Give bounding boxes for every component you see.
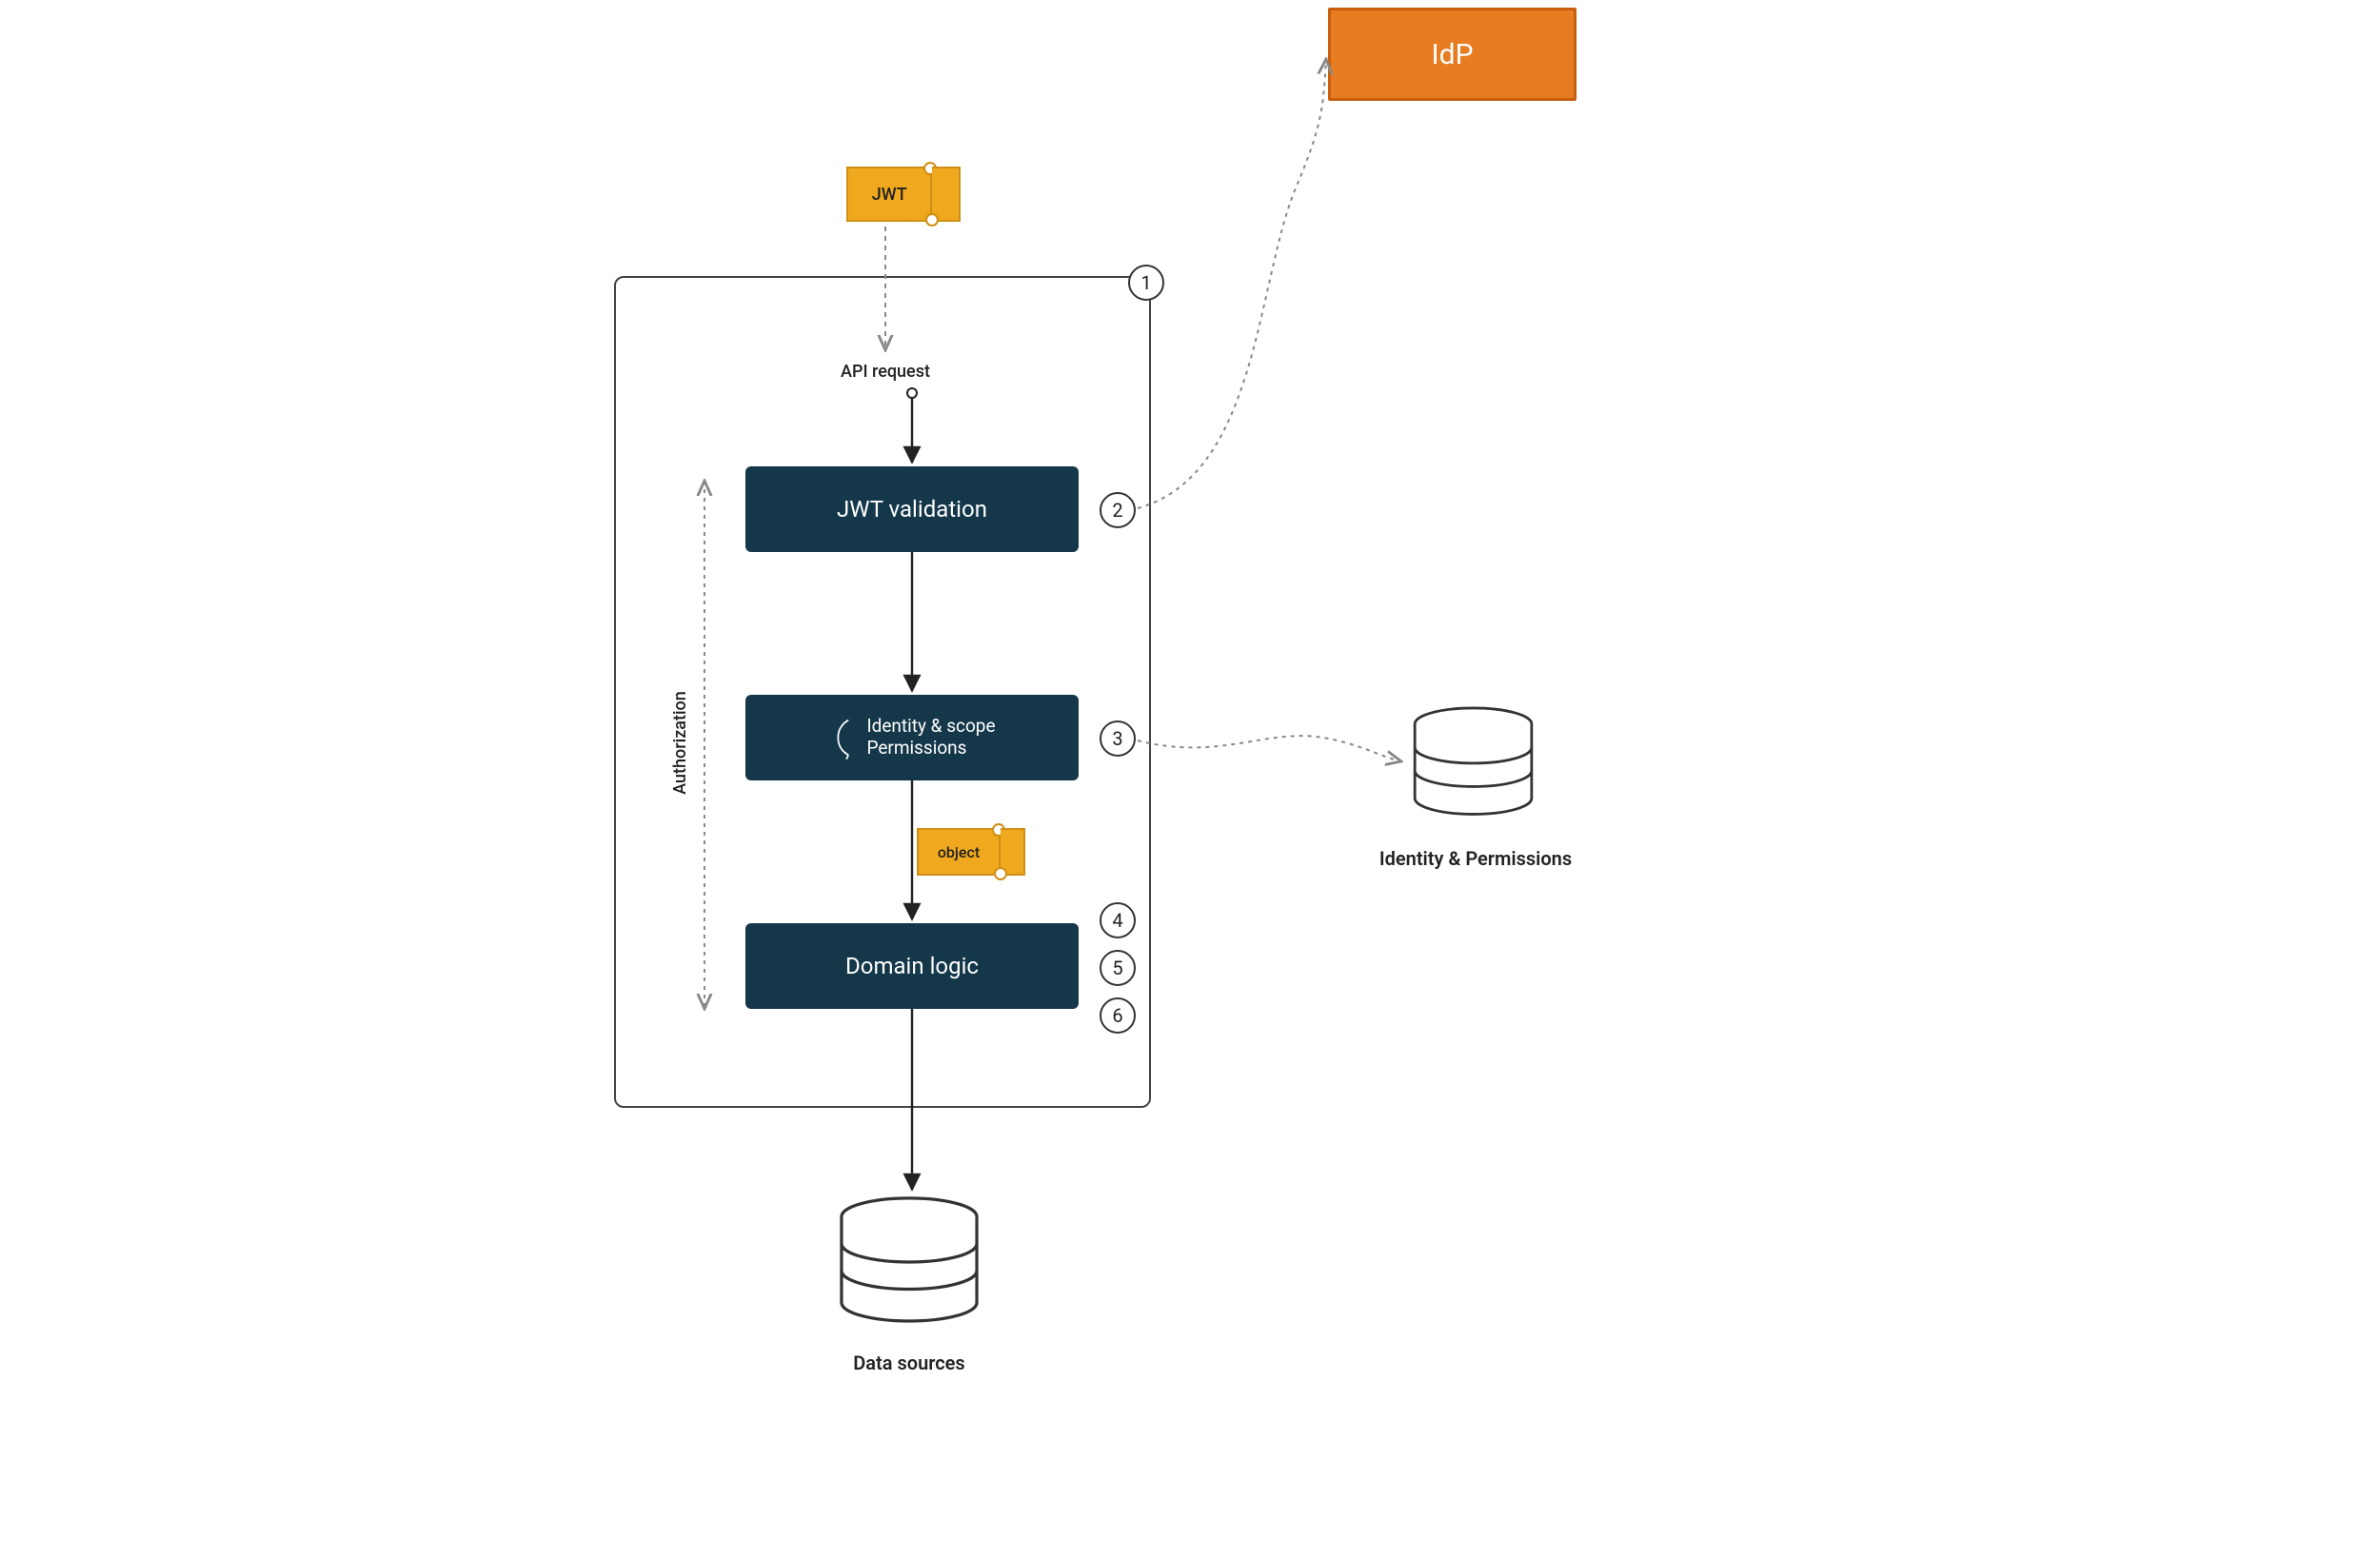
- arrow-jwtval-to-idp: [1138, 59, 1326, 508]
- jwt-validation-node: JWT validation: [745, 466, 1079, 552]
- idp-node: IdP: [1328, 8, 1577, 101]
- data-sources-label: Data sources: [814, 1352, 1004, 1374]
- data-sources-db-icon: [828, 1194, 990, 1342]
- api-request-label: API request: [828, 362, 942, 382]
- permissions-label: Permissions: [866, 738, 966, 760]
- identity-permissions-db-label: Identity & Permissions: [1361, 847, 1590, 870]
- step-number-1: 1: [1128, 265, 1164, 301]
- domain-logic-node: Domain logic: [745, 923, 1079, 1009]
- step-number-2: 2: [1100, 492, 1136, 528]
- jwt-validation-label: JWT validation: [837, 496, 987, 523]
- step-number-4: 4: [1100, 902, 1136, 938]
- identity-scope-label: Identity & scope: [866, 716, 995, 738]
- step-number-6: 6: [1100, 997, 1136, 1034]
- curved-arrow-icon: [834, 716, 859, 760]
- jwt-ticket-label: JWT: [872, 185, 907, 205]
- authorization-side-label: Authorization: [670, 691, 690, 795]
- object-ticket-icon: object: [917, 828, 1025, 876]
- identity-permissions-node: Identity & scope Permissions: [745, 695, 1079, 780]
- connector-layer: [0, 0, 2380, 1559]
- idp-label: IdP: [1431, 38, 1473, 71]
- diagram-canvas: IdP JWT API request JWT validation Ident…: [0, 0, 2380, 1559]
- domain-logic-label: Domain logic: [845, 953, 979, 980]
- identity-permissions-db-icon: [1404, 704, 1542, 833]
- arrow-identity-to-db: [1138, 736, 1401, 761]
- step-number-5: 5: [1100, 950, 1136, 986]
- object-ticket-label: object: [938, 843, 980, 861]
- step-number-3: 3: [1100, 720, 1136, 757]
- jwt-ticket-icon: JWT: [846, 167, 961, 222]
